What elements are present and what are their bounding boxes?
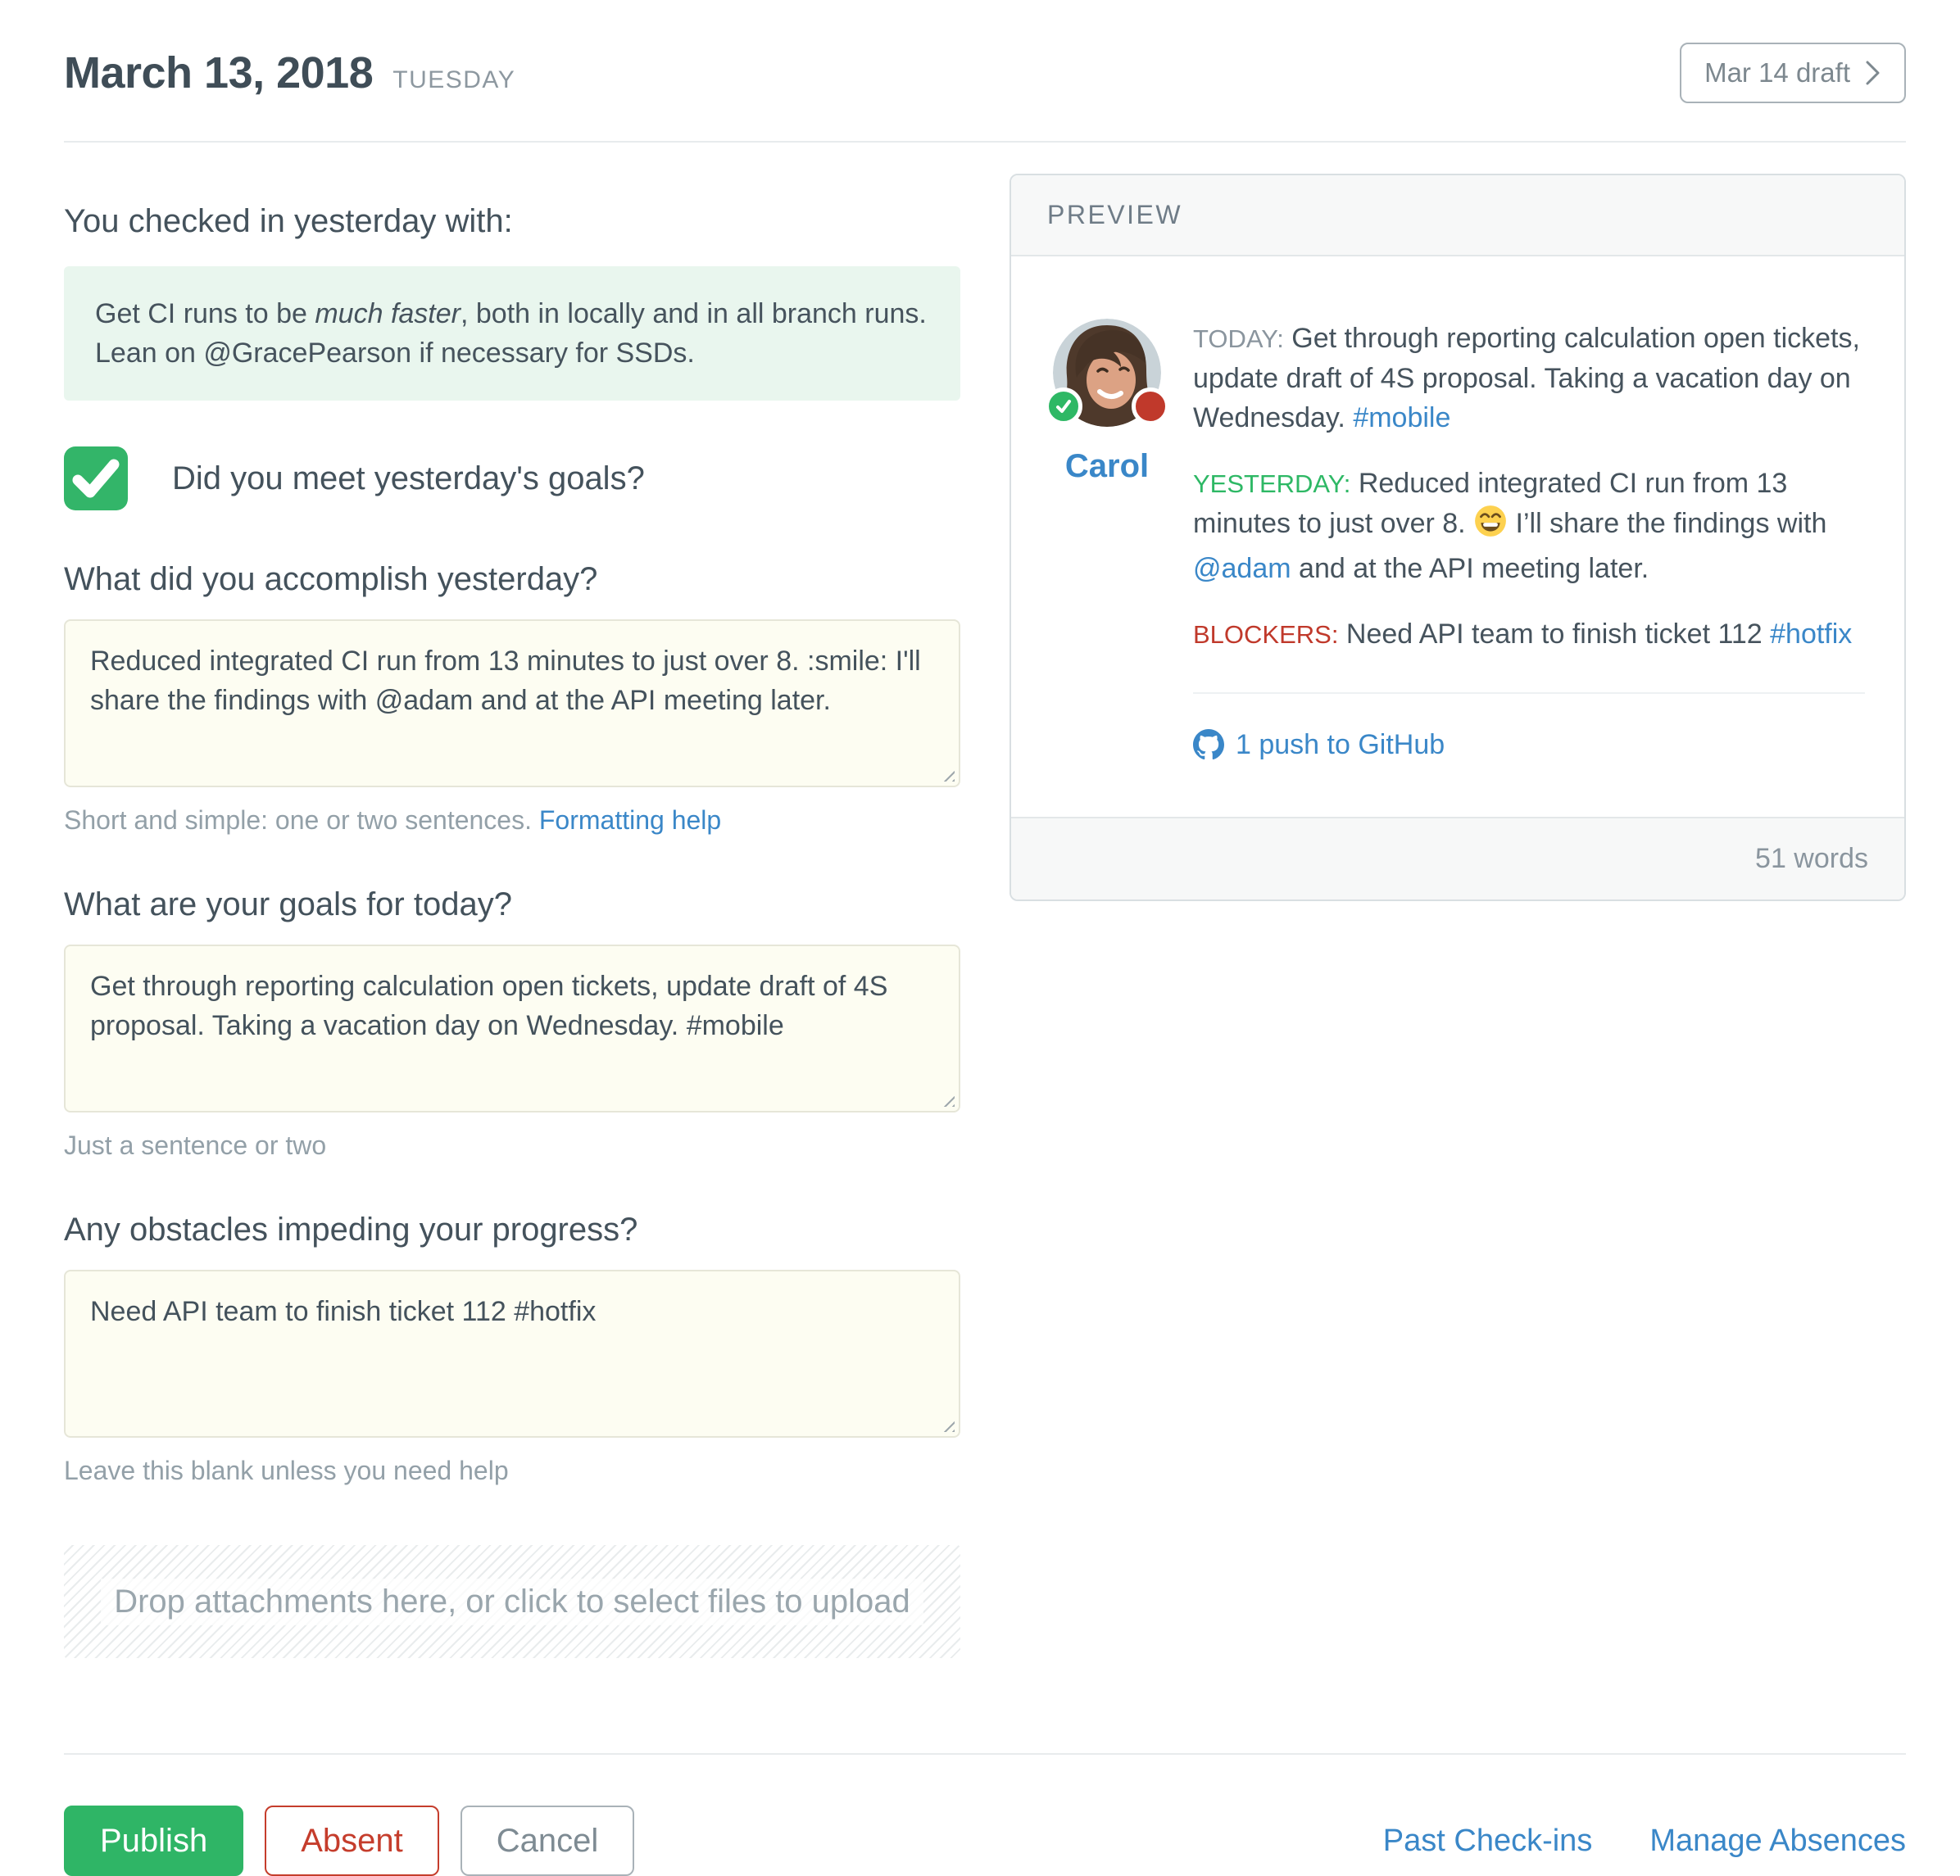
yesterday-text-3: and at the API meeting later. [1299,553,1649,584]
preview-panel-title: PREVIEW [1011,175,1904,256]
publish-button[interactable]: Publish [64,1806,243,1876]
action-buttons: Publish Absent Cancel [64,1806,634,1876]
chevron-right-icon [1865,60,1881,86]
adam-mention-link[interactable]: @adam [1193,553,1291,584]
preview-user-name[interactable]: Carol [1065,448,1149,485]
page-header: March 13, 2018 TUESDAY Mar 14 draft [64,25,1906,143]
yesterday-label: YESTERDAY: [1193,469,1350,498]
met-goals-row: Did you meet yesterday's goals? [64,446,960,510]
goals-helper: Just a sentence or two [64,1131,960,1161]
preview-text: TODAY: Get through reporting calculation… [1193,319,1865,764]
accomplish-label: What did you accomplish yesterday? [64,561,960,598]
preview-panel: PREVIEW [1009,174,1906,901]
dropzone-label: Drop attachments here, or click to selec… [101,1579,923,1625]
yesterday-text-2: I’ll share the findings with [1516,508,1827,539]
absent-button[interactable]: Absent [265,1806,439,1876]
github-activity[interactable]: 1 push to GitHub [1193,725,1865,764]
quote-text: Get CI runs to be [95,298,307,329]
obstacles-label: Any obstacles impeding your progress? [64,1212,960,1248]
today-text: Get through reporting calculation open t… [1193,323,1860,433]
preview-today-line: TODAY: Get through reporting calculation… [1193,319,1865,437]
formatting-help-link[interactable]: Formatting help [539,805,721,835]
footer-links: Past Check-ins Manage Absences [1383,1824,1906,1859]
accomplish-helper-text: Short and simple: one or two sentences. [64,805,532,835]
cancel-button[interactable]: Cancel [461,1806,635,1876]
yesterday-checkin-quote: Get CI runs to be much faster, both in l… [64,266,960,401]
actions-row: Publish Absent Cancel Past Check-ins Man… [64,1755,1906,1876]
obstacles-textarea[interactable]: Need API team to finish ticket 112 #hotf… [64,1270,960,1438]
github-icon [1193,729,1224,760]
main-content: You checked in yesterday with: Get CI ru… [64,143,1906,1658]
obstacles-field-wrap: Need API team to finish ticket 112 #hotf… [64,1270,960,1438]
avatar [1053,319,1161,427]
accomplish-field-wrap: Reduced integrated CI run from 13 minute… [64,619,960,787]
next-draft-button[interactable]: Mar 14 draft [1680,43,1906,103]
checkmark-icon [64,446,128,510]
mobile-hashtag-link[interactable]: #mobile [1353,402,1450,433]
blocker-dot-badge-icon [1132,387,1169,425]
word-count: 51 words [1011,817,1904,899]
past-checkins-link[interactable]: Past Check-ins [1383,1824,1593,1859]
preview-yesterday-line: YESTERDAY: Reduced integrated CI run fro… [1193,464,1865,588]
date-title-group: March 13, 2018 TUESDAY [64,48,515,98]
met-goals-question: Did you meet yesterday's goals? [172,460,645,497]
manage-absences-link[interactable]: Manage Absences [1649,1824,1906,1859]
checkin-form: You checked in yesterday with: Get CI ru… [64,174,960,1658]
goals-label: What are your goals for today? [64,886,960,923]
goals-textarea[interactable]: Get through reporting calculation open t… [64,945,960,1112]
preview-divider [1193,692,1865,694]
preview-body: Carol TODAY: Get through reporting calcu… [1011,256,1904,817]
quote-italic-text: much faster [315,298,461,329]
next-draft-label: Mar 14 draft [1704,57,1850,88]
weekday-label: TUESDAY [392,66,515,94]
checked-in-badge-icon [1045,387,1082,425]
accomplish-helper: Short and simple: one or two sentences. … [64,805,960,836]
github-activity-link[interactable]: 1 push to GitHub [1236,725,1445,764]
attachment-dropzone[interactable]: Drop attachments here, or click to selec… [64,1545,960,1658]
goals-field-wrap: Get through reporting calculation open t… [64,945,960,1112]
met-goals-checkbox[interactable] [64,446,128,510]
page-title: March 13, 2018 [64,48,373,98]
today-label: TODAY: [1193,324,1284,353]
obstacles-helper: Leave this blank unless you need help [64,1456,960,1486]
checkin-page: March 13, 2018 TUESDAY Mar 14 draft You … [0,0,1960,1876]
smile-emoji-icon [1473,504,1508,549]
yesterday-checkin-heading: You checked in yesterday with: [64,203,960,240]
preview-column: PREVIEW [1009,174,1906,901]
blockers-label: BLOCKERS: [1193,620,1338,649]
preview-user: Carol [1050,319,1164,764]
blockers-text: Need API team to finish ticket 112 [1346,619,1763,650]
preview-blockers-line: BLOCKERS: Need API team to finish ticket… [1193,614,1865,655]
accomplish-textarea[interactable]: Reduced integrated CI run from 13 minute… [64,619,960,787]
hotfix-hashtag-link[interactable]: #hotfix [1770,619,1852,650]
